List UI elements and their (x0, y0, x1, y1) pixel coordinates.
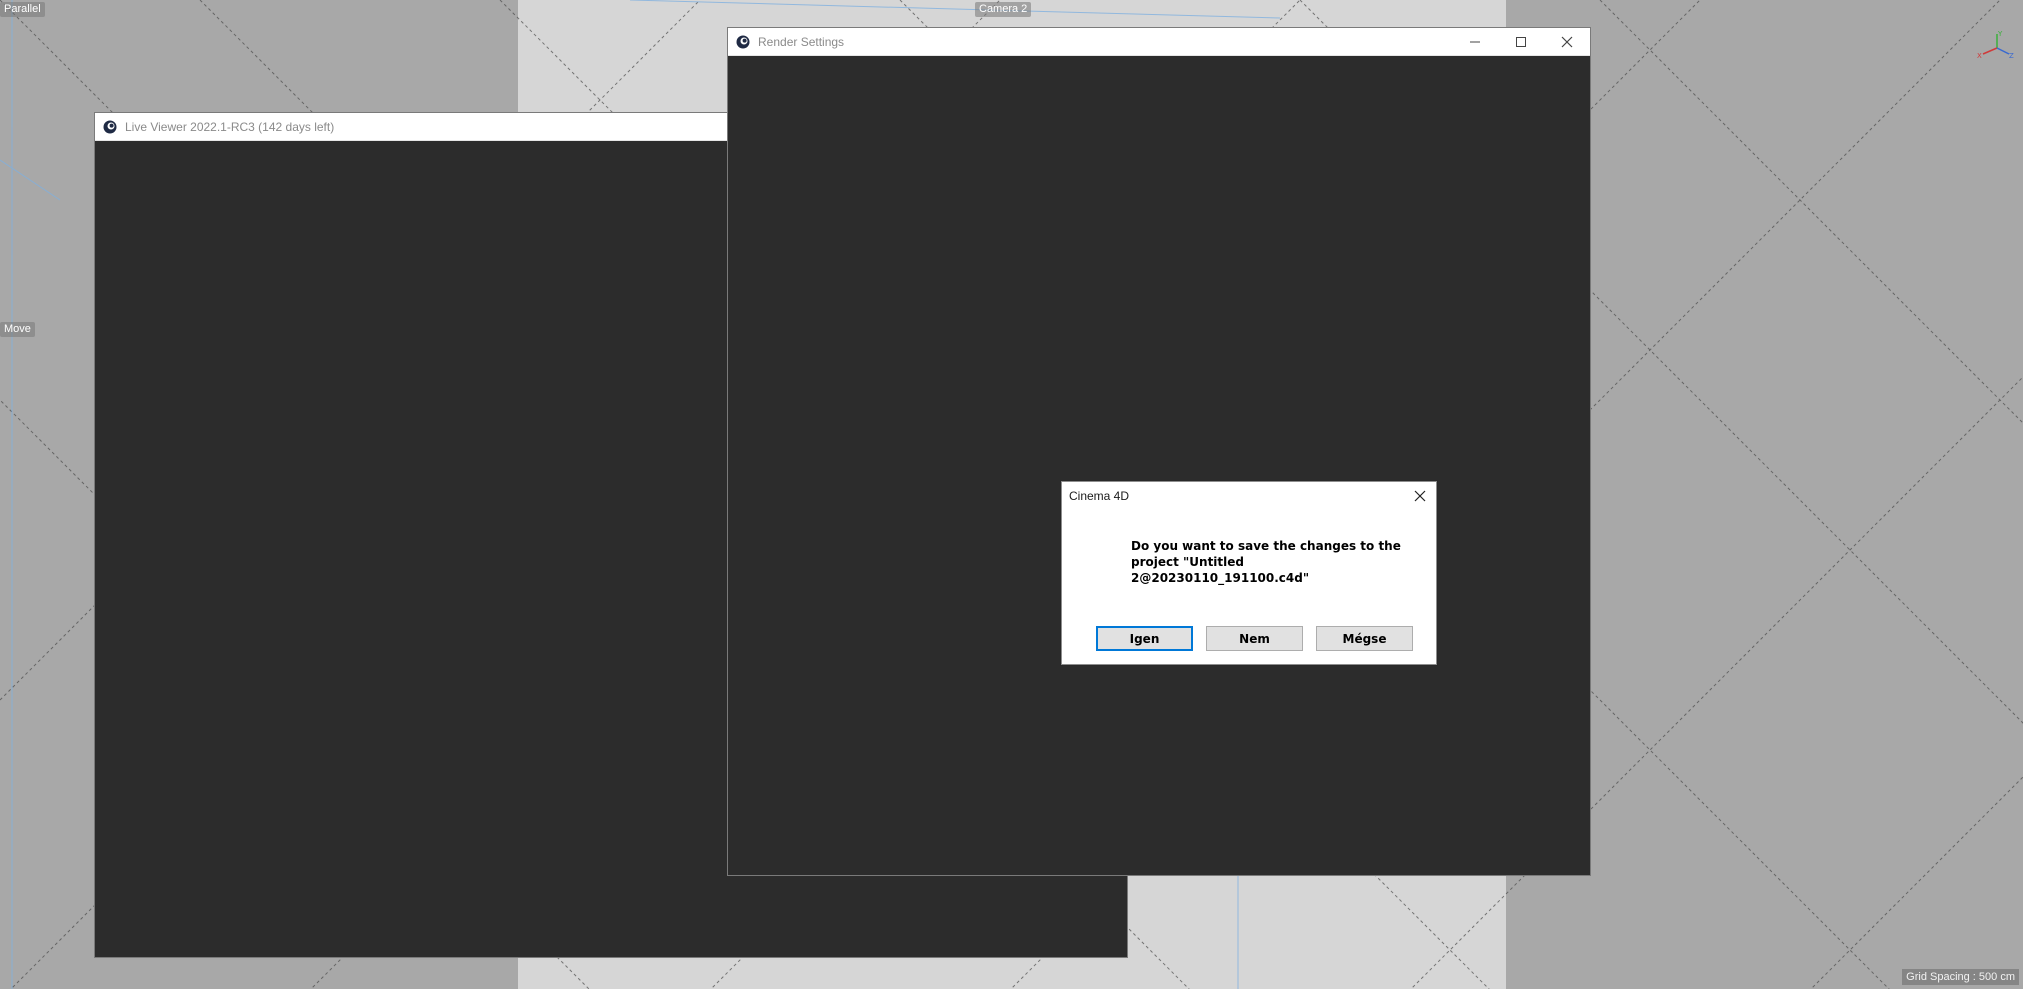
render-settings-window[interactable]: Render Settings (727, 27, 1591, 876)
live-viewer-title: Live Viewer 2022.1-RC3 (142 days left) (125, 119, 335, 134)
maximize-icon[interactable] (1498, 28, 1544, 56)
axis-z-label: Z (2009, 52, 2014, 60)
yes-button[interactable]: Igen (1096, 626, 1193, 651)
dialog-message: Do you want to save the changes to the p… (1131, 538, 1421, 586)
projection-label[interactable]: Parallel (0, 2, 45, 17)
save-changes-dialog[interactable]: Cinema 4D Do you want to save the change… (1061, 481, 1437, 665)
tool-label: Move (0, 322, 35, 337)
minimize-icon[interactable] (1452, 28, 1498, 56)
cancel-button[interactable]: Mégse (1316, 626, 1413, 651)
dialog-message-line: 2@20230110_191100.c4d" (1131, 571, 1310, 585)
camera-label[interactable]: Camera 2 (975, 2, 1032, 17)
render-settings-titlebar[interactable]: Render Settings (728, 28, 1590, 56)
dialog-close-icon[interactable] (1410, 486, 1430, 506)
cinema4d-logo-icon (736, 35, 750, 49)
grid-spacing-label: Grid Spacing : 500 cm (1902, 969, 2019, 985)
axis-gizmo-icon: Y X Z (1975, 30, 2015, 60)
dialog-titlebar[interactable]: Cinema 4D (1062, 482, 1436, 510)
dialog-message-line: project "Untitled (1131, 555, 1244, 569)
close-icon[interactable] (1544, 28, 1590, 56)
dialog-message-line: Do you want to save the changes to the (1131, 539, 1401, 553)
render-settings-title: Render Settings (758, 34, 845, 49)
axis-y-label: Y (1997, 30, 2003, 38)
axis-x-label: X (1977, 52, 1982, 60)
no-button[interactable]: Nem (1206, 626, 1303, 651)
cinema4d-logo-icon (103, 120, 117, 134)
dialog-title: Cinema 4D (1069, 489, 1130, 503)
